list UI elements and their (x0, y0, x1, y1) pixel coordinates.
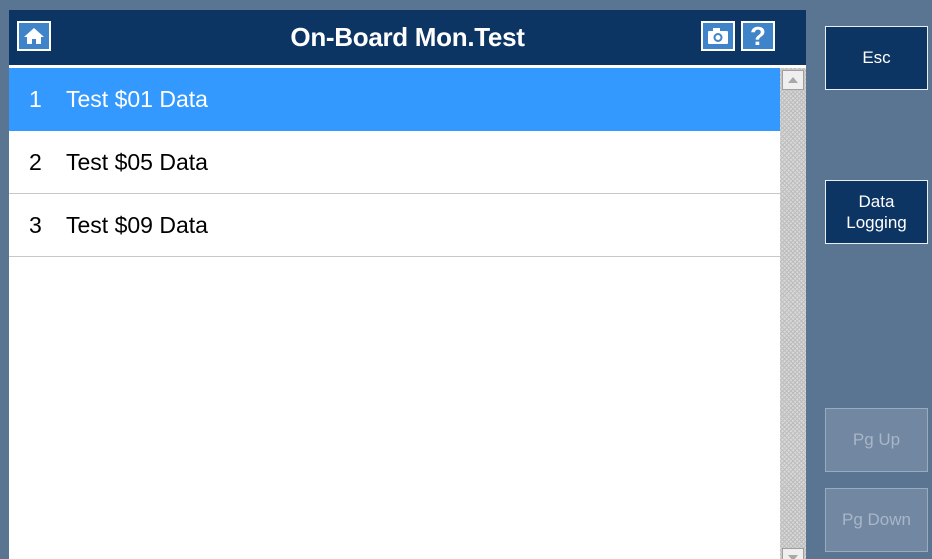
item-number: 2 (29, 149, 42, 175)
title-bar: On-Board Mon.Test ? (9, 10, 806, 68)
item-label: Test $09 Data (66, 212, 208, 238)
page-up-button[interactable]: Pg Up (825, 408, 928, 472)
page-down-button[interactable]: Pg Down (825, 488, 928, 552)
scroll-up-button[interactable] (782, 70, 804, 90)
app-window: On-Board Mon.Test ? 1 Test $01 Data 2 Te… (0, 0, 932, 559)
list-item[interactable]: 2 Test $05 Data (9, 131, 780, 194)
page-title: On-Board Mon.Test (290, 22, 525, 52)
help-icon: ? (750, 21, 766, 51)
esc-button[interactable]: Esc (825, 26, 928, 90)
camera-icon (708, 28, 728, 44)
main-panel: On-Board Mon.Test ? 1 Test $01 Data 2 Te… (9, 10, 806, 559)
list-item[interactable]: 1 Test $01 Data (9, 68, 780, 131)
home-button[interactable] (17, 21, 51, 51)
scrollbar[interactable] (780, 68, 806, 559)
data-logging-button[interactable]: Data Logging (825, 180, 928, 244)
item-number: 3 (29, 212, 42, 238)
item-number: 1 (29, 86, 42, 112)
list-item[interactable]: 3 Test $09 Data (9, 194, 780, 257)
scroll-down-button[interactable] (782, 548, 804, 559)
help-button[interactable]: ? (741, 21, 775, 51)
item-label: Test $05 Data (66, 149, 208, 175)
screenshot-button[interactable] (701, 21, 735, 51)
item-label: Test $01 Data (66, 86, 208, 112)
arrow-up-icon (788, 77, 798, 83)
test-list: 1 Test $01 Data 2 Test $05 Data 3 Test $… (9, 68, 780, 257)
home-icon (24, 28, 44, 44)
arrow-down-icon (788, 555, 798, 559)
